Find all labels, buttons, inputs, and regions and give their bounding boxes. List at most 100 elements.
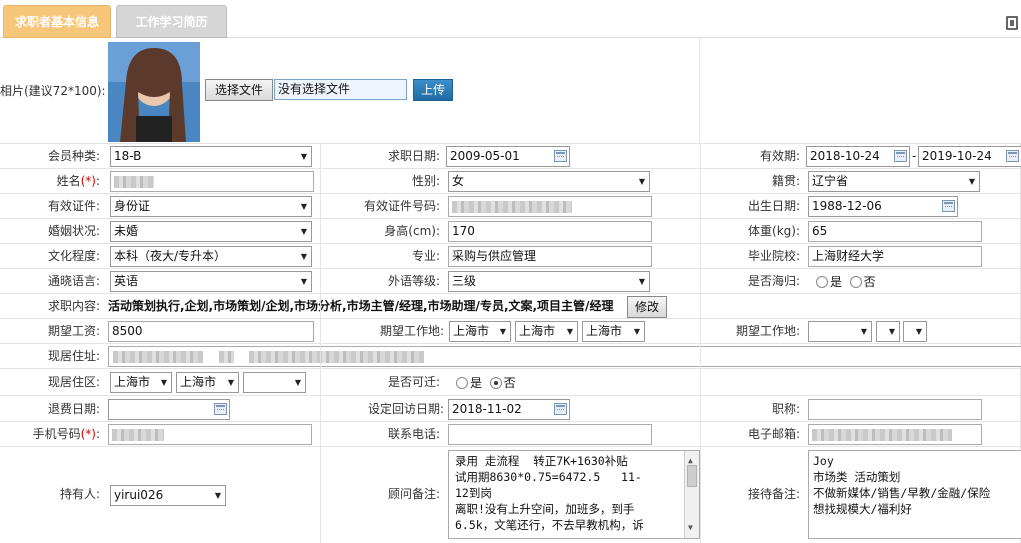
reception-note-textarea[interactable]: Joy 市场类 活动策划 不做新媒体/销售/早教/金融/保险 想找规模大/福利好 xyxy=(808,450,1021,539)
relocate-yes-radio[interactable] xyxy=(456,377,468,389)
calendar-icon[interactable] xyxy=(1006,150,1019,162)
owner-label: 持有人: xyxy=(59,487,100,501)
email-input[interactable] xyxy=(808,424,982,445)
returnee-yes-radio[interactable] xyxy=(816,276,828,288)
marital-label: 婚姻状况: xyxy=(47,224,100,238)
id-type-label: 有效证件: xyxy=(47,199,100,213)
birth-date-value: 1988-12-06 xyxy=(812,199,882,213)
member-type-select[interactable]: 18-B xyxy=(110,146,312,167)
valid-from-input[interactable]: 2018-10-24 xyxy=(806,146,910,167)
expected-location-2-select[interactable]: 上海市 xyxy=(515,321,578,342)
area-1-select[interactable]: 上海市 xyxy=(110,372,172,393)
scroll-down-icon[interactable]: ▼ xyxy=(688,520,693,536)
job-content-label: 求职内容: xyxy=(47,299,100,313)
email-label: 电子邮箱: xyxy=(747,427,800,441)
native-place-select[interactable]: 辽宁省 xyxy=(808,171,980,192)
valid-to-value: 2019-10-24 xyxy=(922,149,992,163)
divider xyxy=(320,144,321,543)
job-content-value: 活动策划执行,企划,市场策划/企划,市场分析,市场主管/经理,市场助理/专员,文… xyxy=(108,299,614,313)
valid-to-input[interactable]: 2019-10-24 xyxy=(918,146,1021,167)
returnee-radio-group: 是 否 xyxy=(816,270,876,294)
tab-basic-info[interactable]: 求职者基本信息 xyxy=(3,5,111,38)
calendar-icon[interactable] xyxy=(554,150,567,162)
tab-bar: 求职者基本信息 工作学习简历 xyxy=(0,0,1021,38)
photo-label: 相片(建议72*100): xyxy=(0,84,106,98)
valid-from-value: 2018-10-24 xyxy=(810,149,880,163)
marital-select[interactable]: 未婚 xyxy=(110,221,312,242)
expected-location-4-select[interactable] xyxy=(808,321,872,342)
mobile-input[interactable] xyxy=(108,424,312,445)
expected-location-6-select[interactable] xyxy=(903,321,927,342)
expected-location-3-select[interactable]: 上海市 xyxy=(582,321,645,342)
revisit-date-label: 设定回访日期: xyxy=(367,402,444,416)
apply-date-label: 求职日期: xyxy=(387,149,440,163)
language-level-label: 外语等级: xyxy=(387,274,440,288)
education-label: 文化程度: xyxy=(47,249,100,263)
scrollbar[interactable]: ▲ ▼ xyxy=(684,451,699,538)
upload-button[interactable]: 上传 xyxy=(413,79,453,101)
id-number-label: 有效证件号码: xyxy=(363,199,440,213)
major-label: 专业: xyxy=(411,249,440,263)
height-label: 身高(cm): xyxy=(384,224,440,238)
school-label: 毕业院校: xyxy=(747,249,800,263)
expected-location-5-select[interactable] xyxy=(876,321,900,342)
native-place-label: 籍贯: xyxy=(771,174,800,188)
id-type-select[interactable]: 身份证 xyxy=(110,196,312,217)
divider xyxy=(699,38,700,144)
id-number-input[interactable] xyxy=(448,196,652,217)
choose-file-button[interactable]: 选择文件 xyxy=(205,79,273,101)
birth-date-label: 出生日期: xyxy=(747,199,800,213)
language-level-select[interactable]: 三级 xyxy=(448,271,650,292)
reception-note-label: 接待备注: xyxy=(747,487,800,501)
window-icon[interactable] xyxy=(1006,16,1018,30)
birth-date-input[interactable]: 1988-12-06 xyxy=(808,196,958,217)
apply-date-input[interactable]: 2009-05-01 xyxy=(446,146,570,167)
returnee-no-radio[interactable] xyxy=(849,276,862,288)
relocate-radio-group: 是 否 xyxy=(456,371,516,395)
area-2-select[interactable]: 上海市 xyxy=(176,372,239,393)
revisit-date-input[interactable]: 2018-11-02 xyxy=(448,399,570,420)
consultant-note-label: 顾问备注: xyxy=(387,487,440,501)
weight-input[interactable]: 65 xyxy=(808,221,982,242)
salary-input[interactable]: 8500 xyxy=(108,321,314,342)
revisit-date-value: 2018-11-02 xyxy=(452,402,522,416)
area-3-select[interactable] xyxy=(243,372,306,393)
major-input[interactable]: 采购与供应管理 xyxy=(448,246,652,267)
relocate-no-radio[interactable] xyxy=(489,377,502,389)
refund-date-input[interactable] xyxy=(108,399,230,420)
scroll-thumb[interactable] xyxy=(687,465,697,487)
salary-label: 期望工资: xyxy=(47,324,100,338)
gender-label: 性别: xyxy=(411,174,440,188)
edit-job-button[interactable]: 修改 xyxy=(627,296,667,318)
mobile-label: 手机号码(*): xyxy=(32,427,100,441)
name-input[interactable] xyxy=(110,171,314,192)
tab-work-history[interactable]: 工作学习简历 xyxy=(116,5,227,38)
calendar-icon[interactable] xyxy=(942,200,955,212)
applicant-form: 相片(建议72*100): 选择文件 没有选择文件 上传 会员种类: 18-B … xyxy=(0,38,1021,543)
returnee-label: 是否海归: xyxy=(747,274,800,288)
name-label: 姓名(*): xyxy=(56,174,100,188)
education-select[interactable]: 本科（夜大/专升本） xyxy=(110,246,312,267)
height-input[interactable]: 170 xyxy=(448,221,652,242)
area-label: 现居住区: xyxy=(47,375,100,389)
language-select[interactable]: 英语 xyxy=(110,271,312,292)
valid-dash: - xyxy=(912,149,917,163)
applicant-photo xyxy=(108,42,200,142)
expected-location-2-label: 期望工作地: xyxy=(735,324,800,338)
member-type-label: 会员种类: xyxy=(47,149,100,163)
address-input[interactable] xyxy=(108,346,1021,367)
title-input[interactable] xyxy=(808,399,982,420)
gender-select[interactable]: 女 xyxy=(448,171,650,192)
expected-location-1-select[interactable]: 上海市 xyxy=(449,321,511,342)
calendar-icon[interactable] xyxy=(214,403,227,415)
owner-select[interactable]: yirui026 xyxy=(110,485,226,506)
consultant-note-textarea[interactable]: 录用 走流程 转正7K+1630补贴 试用期8630*0.75=6472.5 1… xyxy=(448,450,700,539)
school-input[interactable]: 上海财经大学 xyxy=(808,246,982,267)
relocate-label: 是否可迁: xyxy=(387,375,440,389)
phone-input[interactable] xyxy=(448,424,652,445)
phone-label: 联系电话: xyxy=(387,427,440,441)
calendar-icon[interactable] xyxy=(554,403,567,415)
calendar-icon[interactable] xyxy=(894,150,907,162)
refund-date-label: 退费日期: xyxy=(47,402,100,416)
valid-period-label: 有效期: xyxy=(759,149,800,163)
